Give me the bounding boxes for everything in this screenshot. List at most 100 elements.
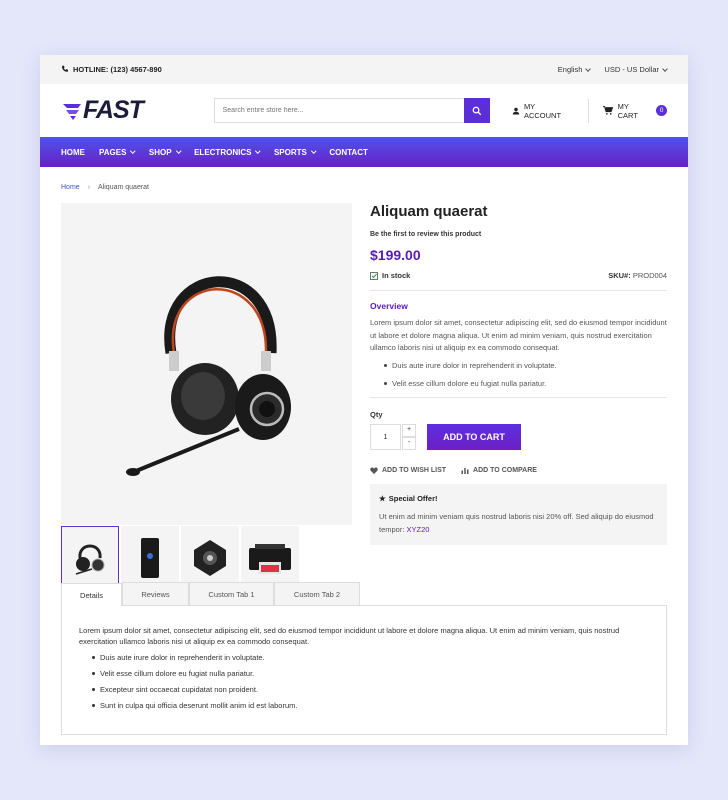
- logo-speed-icon: [63, 103, 81, 120]
- language-select[interactable]: English: [557, 65, 592, 74]
- details-text: Lorem ipsum dolor sit amet, consectetur …: [79, 626, 620, 646]
- header-divider: [587, 98, 589, 123]
- nav-item-electronics[interactable]: ELECTRONICS: [194, 147, 261, 157]
- add-to-compare-link[interactable]: ADD TO COMPARE: [461, 467, 537, 474]
- offer-text: Ut enim ad minim veniam quis nostrud lab…: [379, 510, 658, 536]
- currency-select[interactable]: USD - US Dollar: [604, 65, 668, 74]
- qty-minus-button[interactable]: -: [402, 436, 416, 450]
- nav-item-pages[interactable]: PAGES: [99, 147, 136, 157]
- sku-label: SKU#:: [608, 271, 631, 280]
- chevron-down-icon: [311, 148, 317, 154]
- logo[interactable]: FAST: [61, 96, 214, 125]
- compare-label: ADD TO COMPARE: [473, 466, 537, 474]
- qty-label: Qty: [370, 409, 383, 419]
- quantity-input[interactable]: [370, 423, 401, 450]
- nav-item-contact[interactable]: CONTACT: [329, 148, 368, 157]
- phone-icon: [61, 65, 69, 75]
- sku-value: PROD004: [632, 271, 667, 280]
- top-bar: HOTLINE: (123) 4567-890 English USD - US…: [40, 55, 688, 84]
- checkbox-checked-icon: [370, 271, 378, 280]
- overview-list: Duis aute irure dolor in reprehenderit i…: [370, 361, 667, 388]
- quantity-stepper: + -: [402, 423, 416, 450]
- search-input[interactable]: [213, 98, 464, 123]
- offer-code: XYZ20: [406, 524, 430, 534]
- cart-icon: [602, 106, 613, 115]
- search-icon: [472, 106, 482, 115]
- overview-heading: Overview: [370, 301, 408, 311]
- breadcrumb-current: Aliquam quaerat: [98, 183, 150, 191]
- review-link[interactable]: Be the first to review this product: [370, 231, 667, 238]
- product-gallery: [61, 203, 352, 590]
- language-label: English: [557, 65, 583, 74]
- thumbnail-printer[interactable]: [241, 526, 299, 590]
- cart-count-badge: 0: [656, 105, 667, 116]
- star-icon: ★: [379, 493, 386, 503]
- details-list: Duis aute irure dolor in reprehenderit i…: [79, 653, 649, 710]
- list-item: Sunt in culpa qui officia deserunt molli…: [92, 701, 649, 710]
- thumbnail-strip: [61, 526, 352, 590]
- add-to-cart-button[interactable]: ADD TO CART: [427, 423, 521, 450]
- add-to-wishlist-link[interactable]: ADD TO WISH LIST: [370, 467, 446, 474]
- hotline: HOTLINE: (123) 4567-890: [61, 65, 162, 75]
- nav-label: ELECTRONICS: [194, 147, 252, 157]
- heart-icon: [370, 467, 378, 474]
- nav-label: PAGES: [99, 147, 127, 157]
- printer-thumb-icon: [249, 544, 291, 574]
- tab-panel-details: Lorem ipsum dolor sit amet, consectetur …: [61, 605, 667, 735]
- list-item: Excepteur sint occaecat cupidatat non pr…: [92, 685, 649, 694]
- search-bar: [213, 98, 490, 123]
- headset-image: [126, 276, 291, 476]
- nav-label: SPORTS: [273, 147, 307, 157]
- nav-label: HOME: [61, 147, 85, 157]
- user-icon: [512, 107, 520, 114]
- page-frame: HOTLINE: (123) 4567-890 English USD - US…: [40, 55, 688, 745]
- search-button[interactable]: [463, 98, 490, 123]
- thumbnail-speaker[interactable]: [181, 526, 239, 590]
- my-account-label: MY ACCOUNT: [523, 101, 562, 120]
- nav-label: SHOP: [148, 147, 172, 157]
- breadcrumb: Home › Aliquam quaerat: [40, 167, 688, 194]
- main-product-image[interactable]: [61, 203, 352, 525]
- stock-row: In stock SKU#: PROD004: [370, 271, 667, 291]
- list-item: Duis aute irure dolor in reprehenderit i…: [92, 653, 649, 662]
- router-thumb-icon: [141, 538, 159, 578]
- my-cart-link[interactable]: MY CART 0: [602, 101, 667, 120]
- product-section: Aliquam quaerat Be the first to review t…: [40, 194, 688, 590]
- product-tabs: Details Reviews Custom Tab 1 Custom Tab …: [40, 582, 688, 735]
- header: FAST MY ACCOUNT MY CART 0: [40, 84, 688, 137]
- tab-custom-2[interactable]: Custom Tab 2: [274, 582, 360, 605]
- currency-label: USD - US Dollar: [604, 65, 659, 74]
- wishlist-label: ADD TO WISH LIST: [382, 466, 447, 474]
- thumbnail-router[interactable]: [121, 526, 179, 590]
- chevron-down-icon: [662, 65, 668, 72]
- chevron-down-icon: [255, 148, 261, 154]
- stock-status: In stock: [370, 271, 410, 280]
- offer-title: ★ Special Offer!: [379, 494, 658, 503]
- sku: SKU#: PROD004: [608, 271, 667, 280]
- stock-label: In stock: [382, 271, 411, 280]
- qty-plus-button[interactable]: +: [402, 423, 416, 437]
- logo-text: FAST: [83, 96, 144, 124]
- tab-details[interactable]: Details: [61, 583, 122, 606]
- chevron-down-icon: [130, 148, 136, 154]
- headset-thumb-icon: [75, 544, 105, 575]
- breadcrumb-home[interactable]: Home: [61, 184, 80, 191]
- divider: [370, 396, 667, 398]
- hotline-text: HOTLINE: (123) 4567-890: [73, 65, 162, 74]
- tab-reviews[interactable]: Reviews: [122, 582, 189, 605]
- nav-item-sports[interactable]: SPORTS: [273, 147, 317, 157]
- overview-text: Lorem ipsum dolor sit amet, consectetur …: [370, 318, 667, 352]
- list-item: Velit esse cillum dolore eu fugiat nulla…: [384, 379, 667, 388]
- chevron-down-icon: [585, 65, 592, 72]
- product-actions: ADD TO WISH LIST ADD TO COMPARE: [370, 467, 667, 474]
- thumbnail-headset[interactable]: [61, 526, 119, 590]
- nav-item-shop[interactable]: SHOP: [148, 147, 181, 157]
- list-item: Duis aute irure dolor in reprehenderit i…: [384, 361, 667, 370]
- tab-custom-1[interactable]: Custom Tab 1: [189, 582, 274, 605]
- special-offer-box: ★ Special Offer! Ut enim ad minim veniam…: [370, 483, 667, 545]
- my-account-link[interactable]: MY ACCOUNT: [512, 102, 574, 120]
- list-item: Velit esse cillum dolore eu fugiat nulla…: [92, 669, 649, 678]
- speaker-thumb-icon: [194, 540, 226, 576]
- my-cart-label: MY CART: [617, 101, 638, 120]
- nav-item-home[interactable]: HOME: [61, 148, 85, 157]
